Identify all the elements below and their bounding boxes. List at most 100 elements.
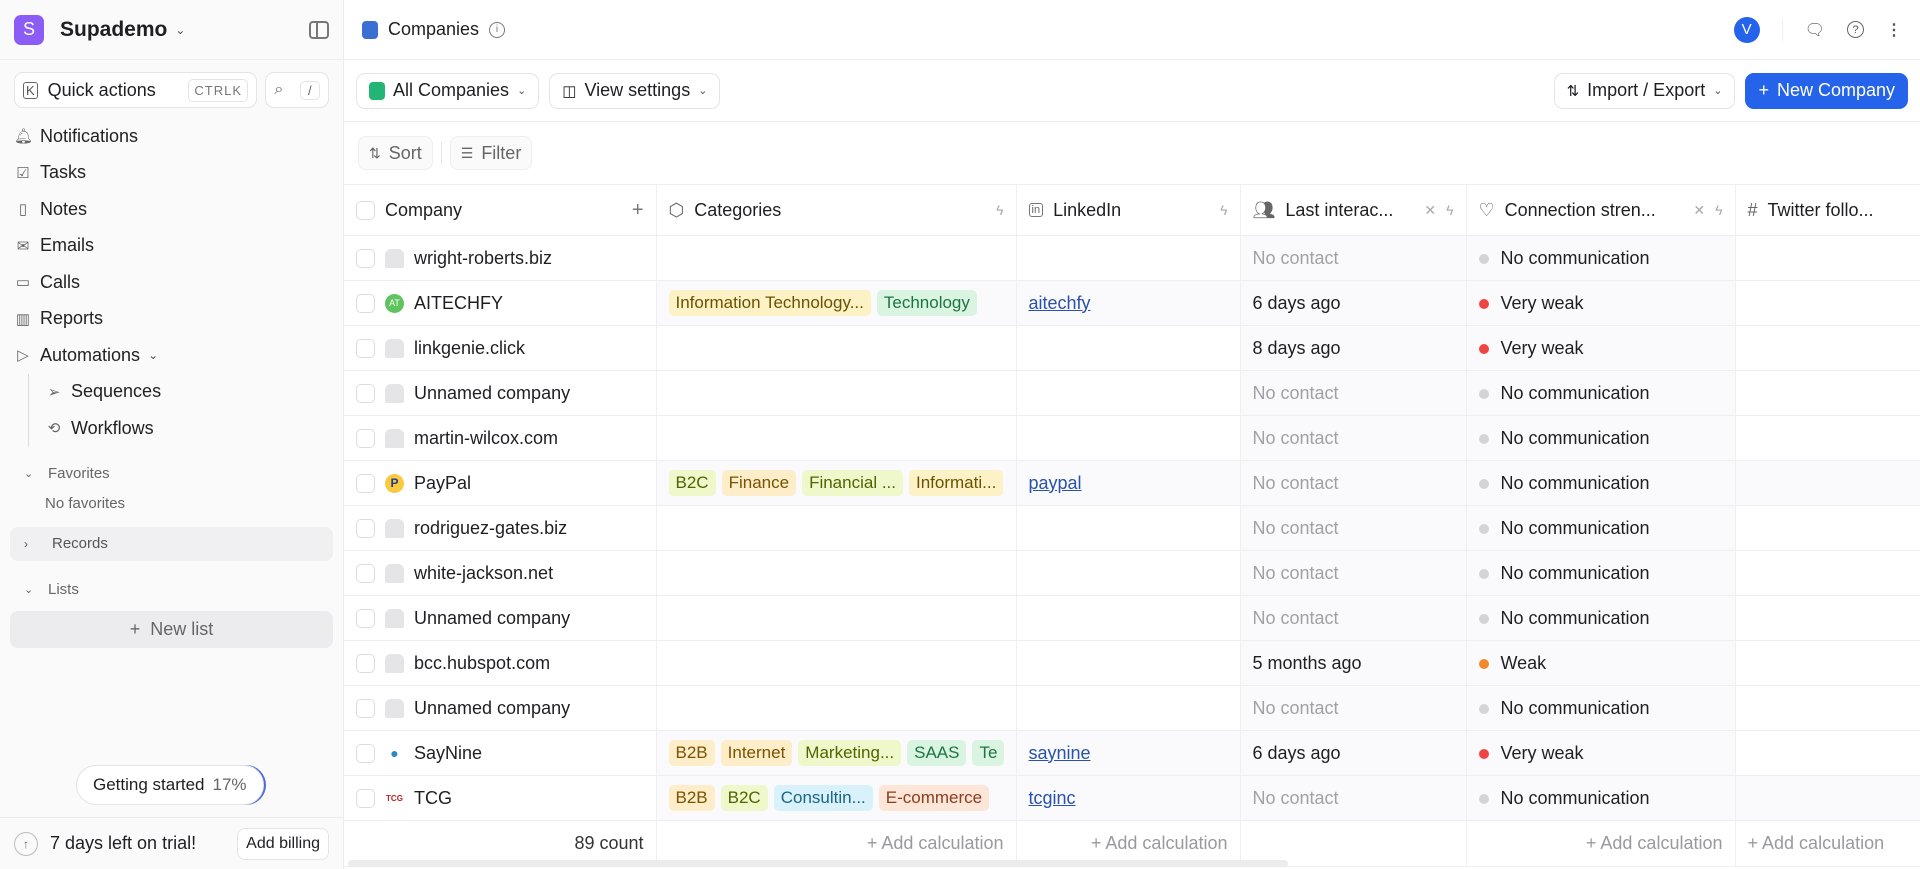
company-cell[interactable]: TCG TCG (344, 775, 657, 821)
favorites-header[interactable]: ⌄ Favorites (0, 459, 343, 489)
plus-icon[interactable]: + (632, 199, 644, 222)
row-checkbox[interactable] (356, 473, 375, 493)
table-row[interactable]: AT AITECHFY Information Technology... Tech… (344, 280, 1920, 326)
add-calculation-button[interactable]: + Add calculation (1466, 820, 1736, 867)
connection-strength-cell[interactable]: Very weak (1466, 325, 1736, 371)
last-interaction-cell[interactable]: No contact (1240, 685, 1467, 731)
categories-cell[interactable] (656, 325, 1017, 371)
last-interaction-cell[interactable]: No contact (1240, 505, 1467, 551)
sidebar-toggle-icon[interactable] (309, 20, 329, 39)
last-interaction-cell[interactable]: No contact (1240, 550, 1467, 596)
linkedin-cell[interactable] (1016, 550, 1241, 596)
filter-button[interactable]: ☰ Filter (449, 136, 533, 170)
sidebar-item-reports[interactable]: ▥ Reports (14, 301, 329, 338)
add-billing-button[interactable]: Add billing (237, 827, 329, 860)
company-name[interactable]: PayPal (414, 473, 471, 494)
linkedin-cell[interactable] (1016, 235, 1241, 281)
categories-cell[interactable]: B2B Internet Marketing... SAAS Te (656, 730, 1017, 776)
twitter-followers-cell[interactable] (1735, 415, 1920, 461)
linkedin-cell[interactable] (1016, 325, 1241, 371)
view-settings-button[interactable]: ◫ View settings ⌄ (549, 72, 721, 109)
linkedin-cell[interactable]: aitechfy (1016, 280, 1241, 326)
chat-icon[interactable]: 🗨︎ (1805, 20, 1825, 40)
company-cell[interactable]: Unnamed company (344, 595, 657, 641)
categories-cell[interactable] (656, 640, 1017, 686)
twitter-followers-cell[interactable]: 969,4 (1735, 460, 1920, 506)
connection-strength-cell[interactable]: No communication (1466, 685, 1736, 731)
company-cell[interactable]: AT AITECHFY (344, 280, 657, 326)
last-interaction-cell[interactable]: No contact (1240, 775, 1467, 821)
info-icon[interactable]: i (489, 21, 506, 38)
table-row[interactable]: Unnamed company No contact No communicat… (344, 370, 1920, 416)
company-name[interactable]: bcc.hubspot.com (414, 653, 550, 674)
lightning-icon[interactable]: ϟ (1715, 202, 1722, 218)
sidebar-item-emails[interactable]: ✉ Emails (14, 228, 329, 265)
company-name[interactable]: Unnamed company (414, 383, 570, 404)
connection-strength-cell[interactable]: No communication (1466, 460, 1736, 506)
twitter-followers-cell[interactable] (1735, 640, 1920, 686)
lists-header[interactable]: ⌄ Lists (0, 575, 343, 605)
column-categories[interactable]: ⬡ Categories ϟ (656, 184, 1017, 236)
sort-button[interactable]: ⇅ Sort (358, 136, 433, 170)
company-cell[interactable]: bcc.hubspot.com (344, 640, 657, 686)
sidebar-item-calls[interactable]: ▭ Calls (14, 264, 329, 301)
company-cell[interactable]: P PayPal (344, 460, 657, 506)
linkedin-cell[interactable] (1016, 595, 1241, 641)
linkedin-cell[interactable] (1016, 640, 1241, 686)
categories-cell[interactable] (656, 235, 1017, 281)
company-name[interactable]: TCG (414, 788, 452, 809)
last-interaction-cell[interactable]: 6 days ago (1240, 280, 1467, 326)
row-checkbox[interactable] (356, 518, 375, 538)
column-last-interaction[interactable]: 👥︎ Last interac... ✕ ϟ (1240, 184, 1467, 236)
table-row[interactable]: martin-wilcox.com No contact No communic… (344, 415, 1920, 461)
company-name[interactable]: wright-roberts.biz (414, 248, 552, 269)
select-all-checkbox[interactable] (356, 200, 375, 220)
company-cell[interactable]: Unnamed company (344, 685, 657, 731)
row-checkbox[interactable] (356, 428, 375, 448)
row-checkbox[interactable] (356, 653, 375, 673)
table-row[interactable]: linkgenie.click 8 days ago Very weak (344, 325, 1920, 371)
categories-cell[interactable]: B2C Finance Financial ... Informati... (656, 460, 1017, 506)
new-company-button[interactable]: + New Company (1745, 72, 1908, 109)
categories-cell[interactable] (656, 370, 1017, 416)
linkedin-cell[interactable] (1016, 505, 1241, 551)
linkedin-cell[interactable] (1016, 685, 1241, 731)
connection-strength-cell[interactable]: No communication (1466, 775, 1736, 821)
table-row[interactable]: wright-roberts.biz No contact No communi… (344, 235, 1920, 281)
last-interaction-cell[interactable]: 8 days ago (1240, 325, 1467, 371)
categories-cell[interactable] (656, 415, 1017, 461)
row-checkbox[interactable] (356, 743, 375, 763)
lightning-icon[interactable]: ϟ (1220, 202, 1227, 218)
row-checkbox[interactable] (356, 608, 375, 628)
linkedin-link[interactable]: aitechfy (1029, 293, 1091, 313)
last-interaction-cell[interactable]: No contact (1240, 370, 1467, 416)
linkedin-cell[interactable] (1016, 415, 1241, 461)
row-checkbox[interactable] (356, 383, 375, 403)
row-checkbox[interactable] (356, 338, 375, 358)
company-cell[interactable]: ● SayNine (344, 730, 657, 776)
twitter-followers-cell[interactable] (1735, 730, 1920, 776)
connection-strength-cell[interactable]: Very weak (1466, 730, 1736, 776)
company-name[interactable]: Unnamed company (414, 698, 570, 719)
sidebar-item-tasks[interactable]: ☑ Tasks (14, 155, 329, 192)
column-company[interactable]: Company + (344, 184, 657, 236)
last-interaction-cell[interactable]: 6 days ago (1240, 730, 1467, 776)
linkedin-link[interactable]: paypal (1029, 473, 1082, 493)
company-name[interactable]: linkgenie.click (414, 338, 525, 359)
last-interaction-cell[interactable]: No contact (1240, 460, 1467, 506)
linkedin-cell[interactable]: paypal (1016, 460, 1241, 506)
linkedin-cell[interactable]: tcginc (1016, 775, 1241, 821)
row-checkbox[interactable] (356, 293, 375, 313)
lightning-icon[interactable]: ϟ (1446, 202, 1453, 218)
workspace-switcher[interactable]: S Supademo ⌄ (0, 0, 343, 60)
connection-strength-cell[interactable]: No communication (1466, 235, 1736, 281)
sidebar-item-notes[interactable]: ▯ Notes (14, 191, 329, 228)
sidebar-item-workflows[interactable]: ⟲ Workflows (45, 410, 329, 447)
horizontal-scrollbar[interactable] (348, 860, 1288, 867)
linkedin-link[interactable]: tcginc (1029, 788, 1076, 808)
last-interaction-cell[interactable]: No contact (1240, 415, 1467, 461)
row-checkbox[interactable] (356, 788, 375, 808)
table-row[interactable]: bcc.hubspot.com 5 months ago Weak (344, 640, 1920, 686)
company-name[interactable]: martin-wilcox.com (414, 428, 558, 449)
sidebar-item-automations[interactable]: ▷ Automations ⌄ (14, 337, 329, 374)
